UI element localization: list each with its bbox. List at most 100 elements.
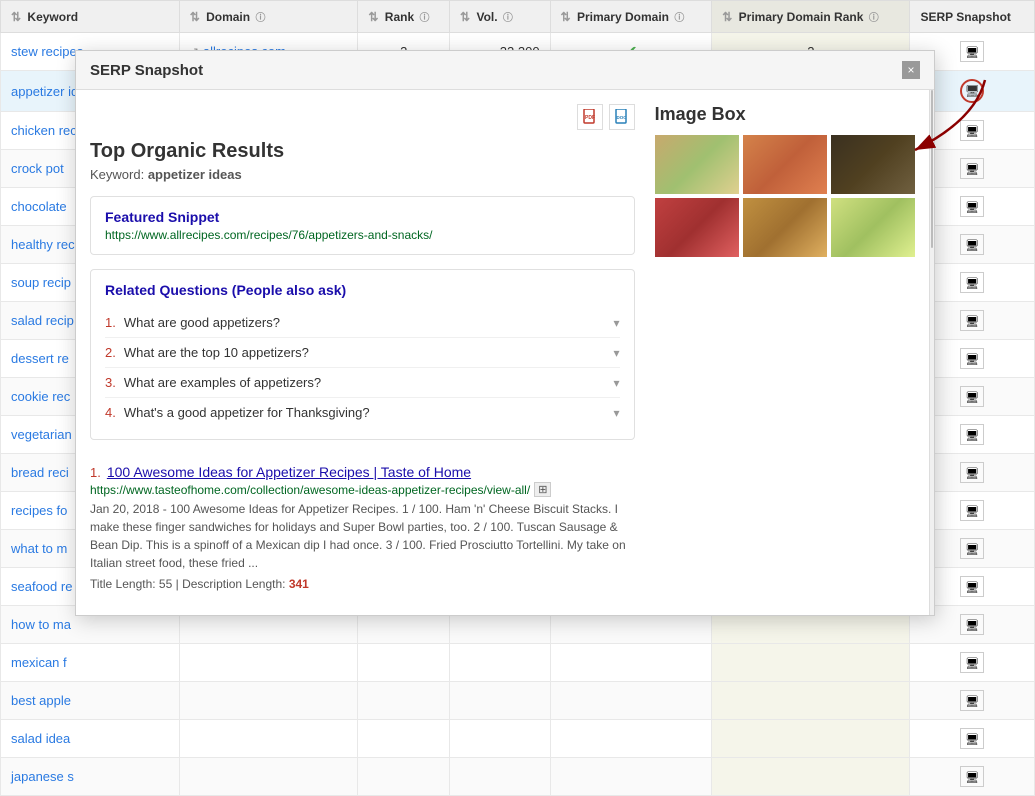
col-header-keyword[interactable]: ⇅ Keyword [1, 1, 180, 33]
keyword-link[interactable]: japanese s [11, 769, 74, 784]
serp-snapshot-button[interactable]: 🖥 [960, 766, 984, 787]
primary-domain-cell [550, 758, 712, 796]
serp-snapshot-button[interactable]: 🖥 [960, 158, 984, 179]
serp-snapshot-button[interactable]: 🖥 [960, 728, 984, 749]
bookmark-icon[interactable]: ⊞ [534, 482, 551, 497]
result-url[interactable]: https://www.tasteofhome.com/collection/a… [90, 483, 530, 497]
serp-snapshot-button-highlighted[interactable]: 🖥 [960, 79, 984, 103]
chevron-down-icon: ▾ [614, 346, 620, 360]
info-icon-vol: ⓘ [503, 13, 513, 24]
volume-cell [450, 644, 551, 682]
modal-scrollbar-thumb [931, 90, 933, 248]
rank-cell [358, 644, 450, 682]
sort-icon-domain: ⇅ [190, 10, 200, 24]
related-question-item[interactable]: 3.What are examples of appetizers?▾ [105, 368, 620, 398]
question-number: 2. [105, 345, 116, 360]
keyword-link[interactable]: best apple [11, 693, 71, 708]
serp-snapshot-button[interactable]: 🖥 [960, 310, 984, 331]
serp-snapshot-button[interactable]: 🖥 [960, 234, 984, 255]
monitor-icon: 🖥 [965, 316, 979, 328]
question-text: What are good appetizers? [124, 315, 614, 330]
serp-snapshot-button[interactable]: 🖥 [960, 652, 984, 673]
col-header-rank[interactable]: ⇅ Rank ⓘ [358, 1, 450, 33]
serp-snapshot-button[interactable]: 🖥 [960, 538, 984, 559]
serp-snapshot-button[interactable]: 🖥 [960, 386, 984, 407]
featured-snippet-label[interactable]: Featured Snippet [105, 209, 620, 225]
food-image-4 [655, 198, 739, 257]
col-header-primary-domain[interactable]: ⇅ Primary Domain ⓘ [550, 1, 712, 33]
col-header-domain[interactable]: ⇅ Domain ⓘ [179, 1, 358, 33]
related-question-item[interactable]: 2.What are the top 10 appetizers?▾ [105, 338, 620, 368]
modal-scrollbar[interactable] [929, 90, 934, 615]
table-row: japanese s 🖥 [1, 758, 1035, 796]
keyword-link[interactable]: recipes fo [11, 503, 67, 518]
serp-snapshot-button[interactable]: 🖥 [960, 690, 984, 711]
related-questions-title: Related Questions (People also ask) [105, 282, 620, 298]
modal-close-button[interactable]: × [902, 61, 920, 79]
keyword-link[interactable]: stew recipes [11, 44, 83, 59]
monitor-icon: 🖥 [965, 164, 979, 176]
serp-snapshot-button[interactable]: 🖥 [960, 614, 984, 635]
primary-domain-rank-cell [712, 682, 910, 720]
result-title[interactable]: 100 Awesome Ideas for Appetizer Recipes … [107, 464, 471, 480]
col-header-primary-domain-rank[interactable]: ⇅ Primary Domain Rank ⓘ [712, 1, 910, 33]
related-question-item[interactable]: 1.What are good appetizers?▾ [105, 308, 620, 338]
serp-snapshot-button[interactable]: 🖥 [960, 348, 984, 369]
result-url-row: https://www.tasteofhome.com/collection/a… [90, 482, 635, 497]
table-row: salad idea 🖥 [1, 720, 1035, 758]
monitor-icon: 🖥 [965, 202, 979, 214]
rank-cell [358, 758, 450, 796]
keyword-cell: mexican f [1, 644, 180, 682]
keyword-link[interactable]: healthy rec [11, 237, 75, 252]
svg-text:DOC: DOC [616, 115, 627, 120]
featured-snippet-url[interactable]: https://www.allrecipes.com/recipes/76/ap… [105, 228, 620, 242]
food-image-2 [743, 135, 827, 194]
keyword-link[interactable]: chocolate [11, 199, 67, 214]
keyword-link[interactable]: what to m [11, 541, 67, 556]
serp-snapshot-button[interactable]: 🖥 [960, 424, 984, 445]
question-text: What are examples of appetizers? [124, 375, 614, 390]
top-organic-results-title: Top Organic Results [90, 140, 635, 163]
keyword-link[interactable]: how to ma [11, 617, 71, 632]
doc-export-button[interactable]: DOC [609, 104, 635, 130]
keyword-link[interactable]: vegetarian [11, 427, 72, 442]
col-header-vol[interactable]: ⇅ Vol. ⓘ [450, 1, 551, 33]
serp-snapshot-button[interactable]: 🖥 [960, 272, 984, 293]
primary-domain-cell [550, 720, 712, 758]
monitor-icon: 🖥 [965, 620, 979, 632]
chevron-down-icon: ▾ [614, 406, 620, 420]
modal-right-column: Image Box [655, 104, 915, 601]
keyword-subtitle: Keyword: appetizer ideas [90, 167, 635, 182]
svg-text:PDF: PDF [585, 115, 595, 121]
monitor-icon: 🖥 [965, 696, 979, 708]
question-number: 3. [105, 375, 116, 390]
organic-result-1: 1. 100 Awesome Ideas for Appetizer Recip… [90, 454, 635, 601]
keyword-link[interactable]: cookie rec [11, 389, 70, 404]
doc-icon: DOC [615, 109, 629, 125]
keyword-link[interactable]: soup recip [11, 275, 71, 290]
keyword-link[interactable]: salad recip [11, 313, 74, 328]
food-image-1 [655, 135, 739, 194]
keyword-link[interactable]: dessert re [11, 351, 69, 366]
serp-snapshot-button[interactable]: 🖥 [960, 576, 984, 597]
keyword-cell: best apple [1, 682, 180, 720]
keyword-link[interactable]: crock pot [11, 161, 64, 176]
serp-snapshot-button[interactable]: 🖥 [960, 41, 984, 62]
serp-snapshot-button[interactable]: 🖥 [960, 196, 984, 217]
rank-cell [358, 720, 450, 758]
keyword-link[interactable]: salad idea [11, 731, 70, 746]
keyword-link[interactable]: mexican f [11, 655, 67, 670]
food-image-5 [743, 198, 827, 257]
serp-snapshot-button[interactable]: 🖥 [960, 462, 984, 483]
info-icon-domain: ⓘ [255, 13, 265, 24]
keyword-link[interactable]: bread reci [11, 465, 69, 480]
pdf-export-button[interactable]: PDF [577, 104, 603, 130]
serp-snapshot-button[interactable]: 🖥 [960, 120, 984, 141]
monitor-icon: 🖥 [965, 240, 979, 252]
monitor-icon: 🖥 [965, 658, 979, 670]
monitor-icon: 🖥 [965, 126, 979, 138]
modal-title: SERP Snapshot [90, 62, 203, 79]
serp-snapshot-button[interactable]: 🖥 [960, 500, 984, 521]
keyword-link[interactable]: seafood re [11, 579, 72, 594]
related-question-item[interactable]: 4.What's a good appetizer for Thanksgivi… [105, 398, 620, 427]
